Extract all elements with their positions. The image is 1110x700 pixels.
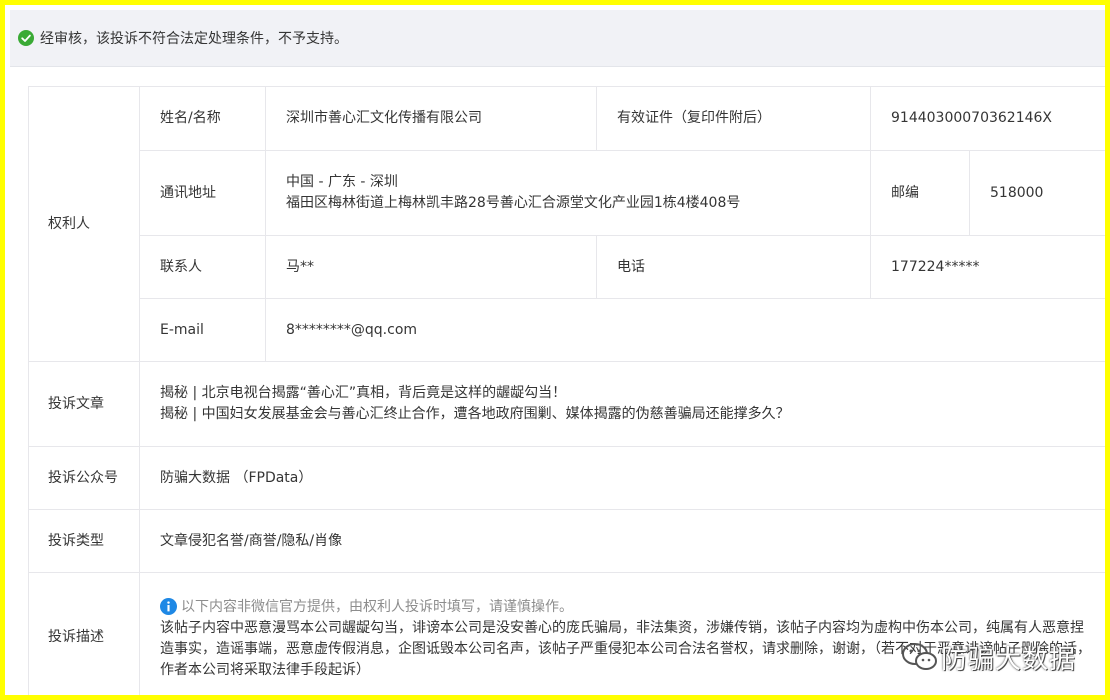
postcode-label: 邮编 <box>870 150 970 236</box>
account-value: 防骗大数据 （FPData） <box>138 446 1105 510</box>
status-text: 经审核，该投诉不符合法定处理条件，不予支持。 <box>40 31 348 47</box>
account-label: 投诉公众号 <box>28 446 140 510</box>
notice-text: 以下内容非微信官方提供，由权利人投诉时填写，请谨慎操作。 <box>181 598 573 615</box>
id-value: 91440300070362146X <box>869 86 1105 151</box>
article-link-2[interactable]: 揭秘 | 中国妇女发展基金会与善心汇终止合作，遭各地政府围剿、媒体揭露的伪慈善骗… <box>160 404 1105 425</box>
name-label: 姓名/名称 <box>139 86 266 151</box>
contact-value: 马** <box>265 235 597 299</box>
phone-label: 电话 <box>596 235 871 299</box>
table-row: 投诉文章 揭秘 | 北京电视台揭露“善心汇”真相，背后竟是这样的龌龊勾当！ 揭秘… <box>28 361 1105 447</box>
check-circle-icon <box>18 30 34 46</box>
address-line-2: 福田区梅林街道上梅林凯丰路28号善心汇合源堂文化产业园1栋4楼408号 <box>286 195 741 211</box>
description-label: 投诉描述 <box>28 572 140 695</box>
email-value: 8********@qq.com <box>264 298 1105 362</box>
table-row: 通讯地址 中国 - 广东 - 深圳 福田区梅林街道上梅林凯丰路28号善心汇合源堂… <box>29 150 1105 236</box>
id-label: 有效证件（复印件附后） <box>596 86 871 151</box>
email-label: E-mail <box>139 298 266 362</box>
rights-holder-label: 权利人 <box>28 86 140 362</box>
table-row: 投诉公众号 防骗大数据 （FPData） <box>28 446 1105 510</box>
table-row: E-mail 8********@qq.com <box>29 298 1105 362</box>
info-circle-icon <box>160 597 177 615</box>
watermark-text: 防骗大数据 <box>941 645 1077 675</box>
table-row: 投诉类型 文章侵犯名誉/商誉/隐私/肖像 <box>28 509 1105 573</box>
table-row: 联系人 马** 电话 177224***** <box>29 235 1105 299</box>
wechat-icon <box>902 643 937 670</box>
article-value: 揭秘 | 北京电视台揭露“善心汇”真相，背后竟是这样的龌龊勾当！ 揭秘 | 中国… <box>138 361 1105 447</box>
watermark: 防骗大数据 <box>901 633 1091 679</box>
table-row: 权利人 姓名/名称 深圳市善心汇文化传播有限公司 有效证件（复印件附后） 914… <box>28 86 1105 362</box>
phone-value: 177224***** <box>869 235 1105 299</box>
type-value: 文章侵犯名誉/商誉/隐私/肖像 <box>138 509 1105 573</box>
status-banner: 经审核，该投诉不符合法定处理条件，不予支持。 <box>10 10 1105 67</box>
contact-label: 联系人 <box>139 235 266 299</box>
complaint-table: 权利人 姓名/名称 深圳市善心汇文化传播有限公司 有效证件（复印件附后） 914… <box>28 86 1105 695</box>
address-value: 中国 - 广东 - 深圳 福田区梅林街道上梅林凯丰路28号善心汇合源堂文化产业园… <box>265 150 871 236</box>
postcode-value: 518000 <box>968 150 1105 236</box>
article-link-1[interactable]: 揭秘 | 北京电视台揭露“善心汇”真相，背后竟是这样的龌龊勾当！ <box>160 383 1105 404</box>
address-line-1: 中国 - 广东 - 深圳 <box>286 174 398 190</box>
name-value: 深圳市善心汇文化传播有限公司 <box>265 86 597 151</box>
type-label: 投诉类型 <box>28 509 140 573</box>
description-notice: 以下内容非微信官方提供，由权利人投诉时填写，请谨慎操作。 <box>160 597 1095 618</box>
article-label: 投诉文章 <box>28 361 140 447</box>
address-label: 通讯地址 <box>139 150 266 236</box>
screenshot-frame: 经审核，该投诉不符合法定处理条件，不予支持。 权利人 姓名/名称 深圳市善心汇文… <box>0 0 1110 700</box>
